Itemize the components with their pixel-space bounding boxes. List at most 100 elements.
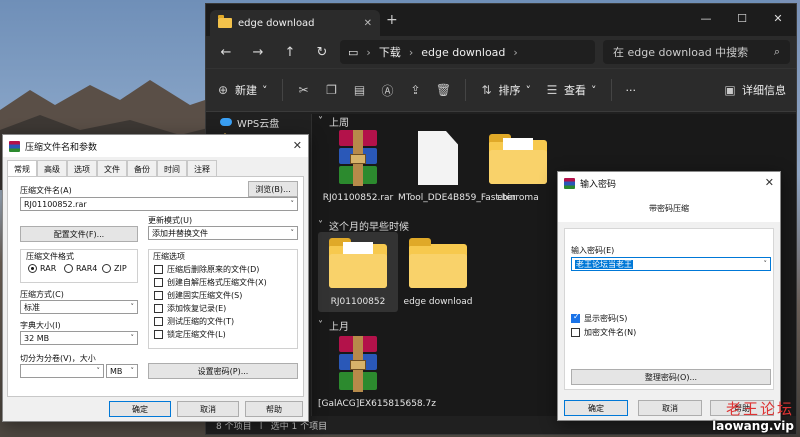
refresh-icon[interactable]: ↻ <box>308 40 336 64</box>
close-icon[interactable]: ✕ <box>760 4 796 32</box>
close-tab-icon[interactable]: ✕ <box>364 18 372 29</box>
set-password-button[interactable]: 设置密码(P)... <box>148 363 298 379</box>
config-button[interactable]: 配置文件(F)... <box>20 226 138 242</box>
chevron-down-icon: ˅ <box>318 320 323 331</box>
file-item-7z[interactable]: [GalACG]EX615815658.7z <box>318 334 436 410</box>
chevron-down-icon: ˅ <box>318 116 323 127</box>
details-button[interactable]: ▣ 详细信息 <box>723 82 786 98</box>
chevron-right-icon: › <box>513 45 518 59</box>
sort-button[interactable]: ⇅ 排序 ˅ <box>480 82 531 98</box>
new-label: 新建 <box>235 84 257 97</box>
folder-icon <box>218 15 232 28</box>
forward-icon[interactable]: → <box>244 40 272 64</box>
folder-item-rj01100852[interactable]: RJ01100852 <box>318 232 398 312</box>
delete-icon[interactable]: 🗑 <box>436 83 451 97</box>
option-recovery[interactable]: 添加恢复记录(E) <box>154 303 226 314</box>
winrar-icon <box>564 177 575 189</box>
plus-circle-icon: ⊕ <box>217 83 229 97</box>
folder-icon <box>409 238 467 288</box>
new-button[interactable]: ⊕ 新建 ˅ <box>216 82 268 98</box>
close-icon[interactable]: ✕ <box>765 176 774 189</box>
option-test[interactable]: 测试压缩的文件(T) <box>154 316 234 327</box>
explorer-tab[interactable]: edge download ✕ <box>210 10 380 36</box>
option-label: 测试压缩的文件(T) <box>167 317 235 326</box>
view-button[interactable]: ☰ 查看 ˅ <box>545 82 597 98</box>
group-header-last-month[interactable]: ˅ 上月 <box>318 318 349 333</box>
search-input[interactable]: 在 edge download 中搜索 ⌕ <box>603 40 790 64</box>
ok-button[interactable]: 确定 <box>109 401 171 417</box>
navigation-bar: ← → ↑ ↻ ▭ › 下载 › edge download › 在 edge … <box>206 36 796 68</box>
minimize-icon[interactable]: — <box>688 4 724 32</box>
chevron-down-icon: ˅ <box>130 367 135 375</box>
checkbox <box>571 328 580 337</box>
format-rar-radio[interactable]: RAR <box>28 264 56 273</box>
sidebar-item-label: WPS云盘 <box>237 118 280 130</box>
password-field[interactable]: 老王论坛当老王 ˅ <box>571 257 771 271</box>
group-header-earlier-this-month[interactable]: ˅ 这个月的早些时候 <box>318 218 409 233</box>
folder-icon <box>489 134 547 184</box>
update-mode-select[interactable]: 添加并替换文件 ˅ <box>148 226 298 240</box>
paste-icon[interactable]: ▤ <box>353 83 367 97</box>
cut-icon[interactable]: ✂ <box>297 83 311 97</box>
show-password-checkbox[interactable]: 显示密码(S) <box>571 312 628 324</box>
option-label: 锁定压缩文件(L) <box>167 330 226 339</box>
format-rar4-radio[interactable]: RAR4 <box>64 264 97 273</box>
group-header-last-week[interactable]: ˅ 上周 <box>318 114 349 129</box>
option-label: 创建自解压格式压缩文件(X) <box>167 278 267 287</box>
help-button[interactable]: 帮助 <box>245 401 303 417</box>
more-button[interactable]: ··· <box>626 84 637 97</box>
organize-passwords-button[interactable]: 整理密码(O)... <box>571 369 771 385</box>
option-sfx[interactable]: 创建自解压格式压缩文件(X) <box>154 277 267 288</box>
folder-item-eterroma[interactable]: eterroma <box>478 128 558 204</box>
new-tab-icon[interactable]: + <box>386 12 398 28</box>
share-icon[interactable]: ⇪ <box>409 83 423 97</box>
address-bar[interactable]: ▭ › 下载 › edge download › <box>340 40 595 64</box>
sidebar-item-wps-cloud[interactable]: WPS云盘 <box>220 114 311 130</box>
method-select[interactable]: 标准 ˅ <box>20 300 138 314</box>
search-icon: ⌕ <box>773 45 780 58</box>
ok-button[interactable]: 确定 <box>564 400 628 416</box>
chevron-down-icon: ˅ <box>262 83 268 97</box>
option-delete-after[interactable]: 压缩后删除原来的文件(D) <box>154 264 259 275</box>
update-mode-value: 添加并替换文件 <box>152 229 208 238</box>
command-bar: ⊕ 新建 ˅ ✂ ❐ ▤ Ⓐ ⇪ 🗑 ⇅ 排序 ˅ ☰ 查看 ˅ ··· ▣ 详… <box>206 68 796 112</box>
cancel-button[interactable]: 取消 <box>638 400 702 416</box>
radio-label: RAR4 <box>76 264 98 273</box>
file-item-rar[interactable]: RJ01100852.rar <box>318 128 398 204</box>
option-label: 创建固实压缩文件(S) <box>167 291 243 300</box>
cancel-button[interactable]: 取消 <box>177 401 239 417</box>
rename-icon[interactable]: Ⓐ <box>381 83 395 98</box>
divider <box>281 79 283 101</box>
search-placeholder: 在 edge download 中搜索 <box>613 46 749 59</box>
format-zip-radio[interactable]: ZIP <box>102 264 127 273</box>
breadcrumb-downloads[interactable]: 下载 <box>379 44 401 60</box>
checkbox <box>154 330 163 339</box>
file-item-bin[interactable]: MTool_DDE4B859_Fast.bin <box>398 128 516 204</box>
archive-name-value: RJ01100852.rar <box>24 200 87 209</box>
up-icon[interactable]: ↑ <box>276 40 304 64</box>
back-icon[interactable]: ← <box>212 40 240 64</box>
close-icon[interactable]: ✕ <box>293 139 302 152</box>
tab-title: edge download <box>238 17 315 29</box>
dialog-titlebar: 压缩文件名和参数 ✕ <box>3 135 308 157</box>
chevron-down-icon: ˅ <box>130 334 135 342</box>
split-size-field[interactable]: ˅ <box>20 364 104 378</box>
checkbox <box>154 304 163 313</box>
maximize-icon[interactable]: ☐ <box>724 4 760 32</box>
chevron-down-icon: ˅ <box>591 83 597 97</box>
option-solid[interactable]: 创建固实压缩文件(S) <box>154 290 242 301</box>
browse-button[interactable]: 浏览(B)... <box>248 181 298 197</box>
folder-item-edge-download[interactable]: edge download <box>398 232 478 308</box>
checkbox-label: 显示密码(S) <box>584 314 628 323</box>
dictionary-select[interactable]: 32 MB ˅ <box>20 331 138 345</box>
checkbox <box>154 265 163 274</box>
file-name: eterroma <box>497 193 539 203</box>
copy-icon[interactable]: ❐ <box>325 83 339 97</box>
breadcrumb-edge-download[interactable]: edge download <box>421 46 505 59</box>
split-unit-select[interactable]: MB ˅ <box>106 364 138 378</box>
chevron-down-icon: ˅ <box>763 260 768 268</box>
option-lock[interactable]: 锁定压缩文件(L) <box>154 329 226 340</box>
archive-name-field[interactable]: RJ01100852.rar ˅ <box>20 197 298 211</box>
encrypt-filenames-checkbox[interactable]: 加密文件名(N) <box>571 327 636 338</box>
group-label: 上周 <box>329 118 349 129</box>
